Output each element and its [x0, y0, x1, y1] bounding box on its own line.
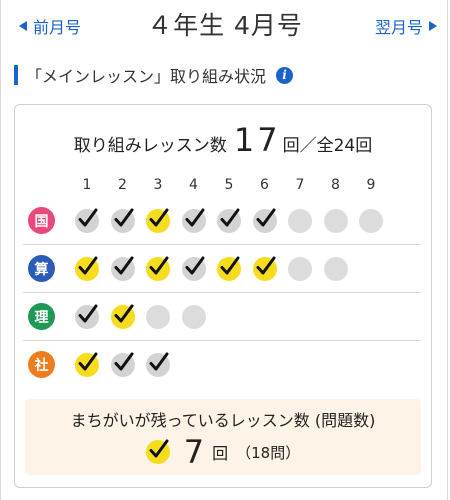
next-issue-link[interactable]: 翌月号 — [375, 14, 437, 38]
subject-row: 国 — [15, 197, 433, 245]
lesson-done-check-icon — [75, 304, 99, 329]
lesson-done-check-icon — [252, 208, 277, 233]
lesson-perfect-check-icon — [252, 256, 277, 281]
lesson-number-4: 4 — [189, 177, 198, 193]
progress-card: 取り組みレッスン数 17 回／全24回 123456789 国算理社 まちがいが残… — [14, 104, 432, 488]
mistakes-title: まちがいが残っているレッスン数 (問題数) — [70, 411, 376, 430]
subject-row: 算 — [15, 245, 433, 293]
section-heading: 「メインレッスン」取り組み状況 i — [14, 64, 294, 86]
subject-badge: 算 — [28, 255, 55, 282]
summary-count: 17 — [233, 121, 281, 159]
lesson-empty-icon — [323, 257, 348, 281]
lesson-done-check-icon — [110, 208, 135, 233]
lesson-perfect-check-icon — [217, 256, 241, 281]
lesson-number-3: 3 — [153, 177, 163, 193]
lesson-empty-icon — [146, 305, 170, 329]
lesson-number-8: 8 — [331, 177, 340, 193]
mistakes-summary: 7 回 （18問） — [25, 433, 421, 471]
lesson-perfect-check-icon — [146, 256, 170, 281]
mistakes-unit: 回 — [212, 444, 229, 463]
subject-badge: 理 — [28, 303, 55, 330]
subject-badge: 国 — [28, 207, 55, 234]
lesson-done-check-icon — [110, 352, 135, 377]
summary-total: 全24回 — [316, 136, 373, 156]
info-icon[interactable]: i — [276, 66, 294, 84]
lesson-done-check-icon — [110, 256, 135, 281]
lesson-perfect-check-icon — [75, 352, 99, 377]
subject-row: 理 — [15, 293, 433, 341]
lesson-done-check-icon — [146, 352, 170, 377]
lesson-empty-icon — [181, 305, 206, 329]
section-accent-bar — [14, 65, 18, 85]
lesson-done-check-icon — [181, 208, 206, 233]
lesson-number-2: 2 — [118, 177, 127, 193]
lesson-empty-icon — [323, 209, 348, 233]
lesson-perfect-check-icon — [110, 304, 135, 329]
lesson-done-check-icon — [181, 256, 206, 281]
lesson-done-check-icon — [75, 208, 99, 233]
arrow-right-icon — [429, 21, 437, 31]
lesson-number-5: 5 — [224, 177, 234, 193]
lesson-done-check-icon — [217, 208, 241, 233]
lesson-summary: 取り組みレッスン数 17 回／全24回 — [15, 121, 431, 159]
mistakes-count: 7 — [183, 433, 205, 471]
mistakes-question-count: （18問） — [236, 443, 301, 462]
next-issue-label: 翌月号 — [374, 18, 423, 37]
section-title: 「メインレッスン」取り組み状況 — [26, 67, 267, 86]
lesson-empty-icon — [288, 209, 312, 233]
lesson-empty-icon — [359, 209, 383, 233]
lesson-perfect-check-icon — [75, 256, 99, 281]
lesson-number-1: 1 — [82, 177, 92, 193]
mistakes-box: まちがいが残っているレッスン数 (問題数) 7 回 （18問） — [25, 399, 421, 475]
summary-separator: ／ — [299, 136, 317, 156]
lesson-empty-icon — [288, 257, 312, 281]
summary-label: 取り組みレッスン数 — [73, 136, 227, 156]
check-mark-icon — [145, 439, 170, 464]
lesson-perfect-check-icon — [146, 208, 170, 233]
lesson-number-header: 1 2 3 4 5 6 7 8 9 — [15, 177, 433, 197]
header: 前月号 ４年生 4月号 翌月号 — [0, 0, 450, 52]
subject-row: 社 — [15, 341, 433, 389]
subject-badge: 社 — [28, 351, 55, 378]
lesson-number-7: 7 — [295, 177, 305, 193]
summary-unit: 回 — [282, 136, 300, 156]
lesson-number-6: 6 — [260, 177, 269, 193]
lesson-number-9: 9 — [366, 177, 376, 193]
